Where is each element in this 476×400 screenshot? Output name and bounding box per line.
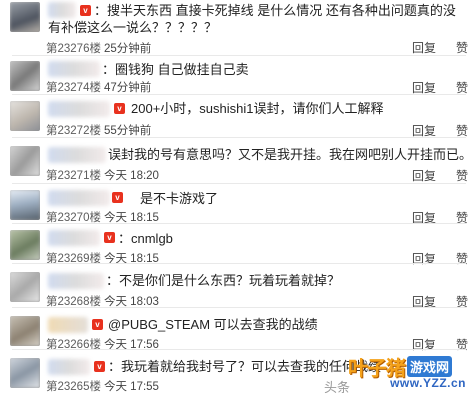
- comment-meta: 第23276楼 25分钟前: [46, 40, 151, 56]
- reply-button[interactable]: 回复: [412, 124, 436, 138]
- comment-item: v ：搜半天东西 直接卡死掉线 是什么情况 还有各种出问题真的没有补偿这么一说么…: [0, 0, 476, 56]
- like-button[interactable]: 赞: [456, 41, 468, 55]
- floor-number: 第23271楼: [46, 170, 101, 182]
- comment-text: ：不是你们是什么东西？玩着玩着就掉？: [106, 273, 341, 288]
- username[interactable]: [48, 190, 110, 206]
- watermark-brand: 叶子猪 游戏网: [348, 354, 468, 380]
- comment-item: 误封我的号有意思吗？又不是我开挂。我在网吧别人开挂而已。 第23271楼 今天 1…: [0, 138, 476, 184]
- floor-number: 第23276楼: [46, 43, 101, 55]
- avatar[interactable]: [10, 101, 40, 131]
- reply-button[interactable]: 回复: [412, 169, 436, 183]
- vip-badge-icon: v: [114, 103, 125, 114]
- comment-time: 今天 17:55: [103, 381, 159, 393]
- comment-time: 今天 18:20: [103, 170, 159, 182]
- floor-number: 第23265楼: [46, 381, 101, 393]
- comment-item: v 200+小时，sushishi1误封，请你们人工解释 第23272楼 55分钟…: [0, 95, 476, 138]
- watermark-tagline: 游戏网: [407, 355, 453, 377]
- comment-item: ：不是你们是什么东西？玩着玩着就掉？ 第23268楼 今天 18:03 回复赞: [0, 264, 476, 309]
- avatar[interactable]: [10, 316, 40, 346]
- comment-meta: 第23274楼 47分钟前: [46, 79, 151, 95]
- floor-number: 第23274楼: [46, 82, 101, 94]
- like-button[interactable]: 赞: [456, 124, 468, 138]
- avatar[interactable]: [10, 358, 40, 388]
- comment-actions: 回复 赞: [392, 39, 468, 56]
- vip-badge-icon: v: [92, 319, 103, 330]
- vip-badge-icon: v: [94, 361, 105, 372]
- comment-item: v ：cnmlgb 第23269楼 今天 18:15 回复赞: [0, 224, 476, 266]
- comment-text: 是不卡游戏了: [140, 191, 219, 206]
- site-watermark: 头条 叶子猪 游戏网 www.YZZ.cn: [320, 354, 470, 398]
- comment-meta: 第23272楼 55分钟前: [46, 122, 151, 138]
- comment-item: v @PUBG_STEAM 可以去查我的战绩 第23266楼 今天 17:56 回…: [0, 308, 476, 352]
- floor-number: 第23272楼: [46, 125, 101, 137]
- comment-text: ：搜半天东西 直接卡死掉线 是什么情况 还有各种出问题真的没有补偿这么一说么？？…: [48, 3, 456, 35]
- avatar[interactable]: [10, 190, 40, 220]
- comment-time: 25分钟前: [103, 43, 152, 55]
- username[interactable]: [48, 359, 90, 375]
- avatar[interactable]: [10, 272, 40, 302]
- username[interactable]: [48, 101, 110, 117]
- divider: [12, 55, 466, 56]
- comment-meta: 第23265楼 今天 17:55: [46, 378, 159, 394]
- comment-text: ：cnmlgb: [118, 231, 173, 246]
- watermark-url: www.YZZ.cn: [390, 376, 466, 390]
- avatar[interactable]: [10, 2, 40, 32]
- reply-button[interactable]: 回复: [412, 81, 436, 95]
- username[interactable]: [48, 147, 106, 163]
- comment-text: 误封我的号有意思吗？又不是我开挂。我在网吧别人开挂而已。: [108, 147, 473, 162]
- username[interactable]: [48, 273, 104, 289]
- comment-text: ：圈钱狗 自己做挂自己卖: [102, 62, 249, 77]
- avatar[interactable]: [10, 146, 40, 176]
- username[interactable]: [48, 317, 88, 333]
- reply-button[interactable]: 回复: [412, 41, 436, 55]
- username[interactable]: [48, 230, 100, 246]
- vip-badge-icon: v: [112, 192, 123, 203]
- like-button[interactable]: 赞: [456, 81, 468, 95]
- comment-feed: v ：搜半天东西 直接卡死掉线 是什么情况 还有各种出问题真的没有补偿这么一说么…: [0, 0, 476, 400]
- comment-item: ：圈钱狗 自己做挂自己卖 第23274楼 47分钟前 回复 赞: [0, 57, 476, 95]
- author-watermark: 头条: [324, 380, 351, 395]
- comment-actions: 回复 赞: [392, 167, 468, 184]
- vip-badge-icon: v: [104, 232, 115, 243]
- like-button[interactable]: 赞: [456, 169, 468, 183]
- comment-text: 200+小时，sushishi1误封，请你们人工解释: [131, 101, 384, 116]
- comment-time: 55分钟前: [103, 125, 152, 137]
- avatar[interactable]: [10, 230, 40, 260]
- comment-text: @PUBG_STEAM 可以去查我的战绩: [108, 317, 318, 332]
- comment-time: 47分钟前: [103, 82, 152, 94]
- comment-item: v 是不卡游戏了 第23270楼 今天 18:15 回复赞: [0, 184, 476, 225]
- avatar[interactable]: [10, 61, 40, 91]
- username[interactable]: [48, 61, 100, 77]
- comment-meta: 第23271楼 今天 18:20: [46, 167, 159, 183]
